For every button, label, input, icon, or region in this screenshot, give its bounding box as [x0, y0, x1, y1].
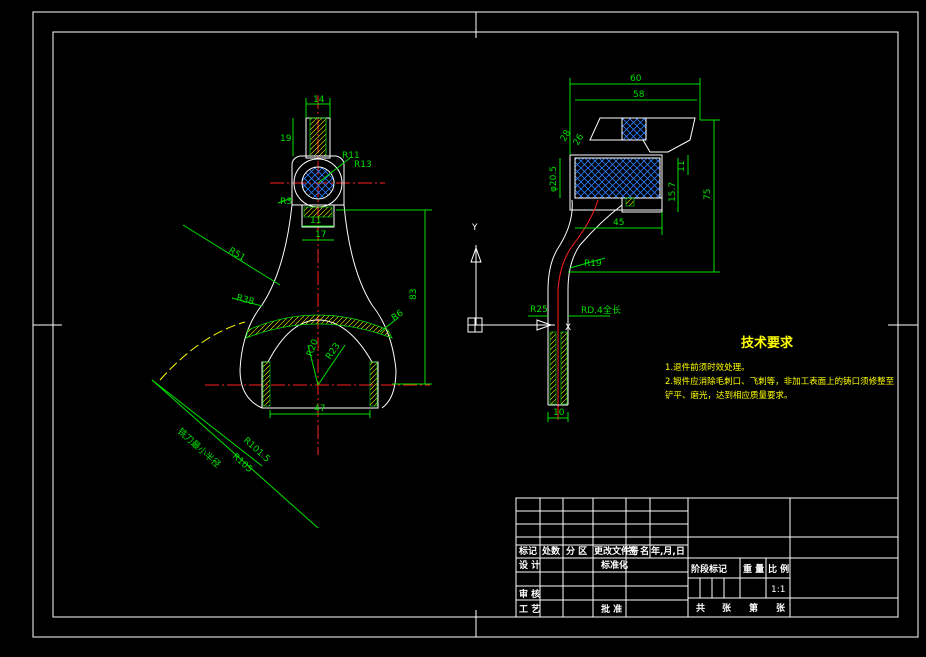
tech-req-item-3: 铲平、磨光，达到相应质量要求。 [665, 390, 793, 401]
tech-req-item-1: 1.退件前须时效处理。 [665, 362, 750, 373]
side-arm-hatch-r [560, 331, 568, 405]
tb-header-sign: 签 名 [627, 545, 649, 557]
tb-design: 设 计 [519, 559, 540, 571]
front-view: 14 19 R11 R13 R3 11 17 R51 R38 83 R6 R20… [151, 95, 432, 529]
tech-req-item-2: 2.锻件应消除毛刺口、飞刺等，非加工表面上的铸口须修整至 [665, 376, 895, 387]
dim-r105-text: R105 [230, 452, 254, 475]
tb-header-count: 处数 [541, 545, 561, 557]
dim-58-text: 58 [633, 90, 645, 100]
side-head-section [621, 117, 647, 141]
dim-19-text: 19 [280, 134, 292, 144]
tb-sheet-label: 张 [722, 602, 732, 614]
side-step-hatch [625, 197, 635, 207]
fork-left-tine-hatch [262, 361, 271, 407]
tb-stage-mark: 阶段标记 [691, 563, 727, 575]
dim-r3-text: R3 [280, 197, 292, 207]
dim-10-text: 10 [553, 408, 565, 418]
tb-scale: 比 例 [768, 563, 789, 575]
tb-process: 工 艺 [519, 603, 540, 615]
cutter-arc-yellow [159, 321, 246, 381]
tb-header-mark: 标记 [518, 545, 537, 557]
dim-r23-text: R23 [324, 341, 342, 361]
axis-y-label: Y [471, 223, 478, 233]
dim-15-7-text: 15.7 [668, 182, 678, 202]
side-arm-hatch-l [549, 331, 557, 405]
dim-26-text: 26 [572, 132, 587, 147]
dim-17-text: 17 [315, 230, 326, 240]
note-cutter-radius: 铣刀最小半径 [175, 425, 223, 470]
dim-45-text: 45 [613, 218, 624, 228]
tech-req-title: 技术要求 [741, 335, 794, 351]
tb-approve: 批 准 [601, 603, 622, 615]
side-body-section [574, 157, 661, 199]
dim-75-text: 75 [703, 189, 713, 200]
dim-r38-text: R38 [235, 293, 255, 307]
ucs-axis: Y X [467, 223, 571, 333]
dim-rd4-text: RD.4 [581, 306, 603, 316]
tb-scale-value: 1:1 [771, 585, 785, 595]
dim-phi20-5-text: φ20.5 [549, 166, 559, 192]
fork-arc-hatch [245, 314, 393, 339]
tb-standardize: 标准化 [600, 559, 628, 571]
dim-r20-text: R20 [305, 338, 321, 358]
dim-r19-text: R19 [584, 259, 602, 269]
tb-header-zone: 分 区 [566, 545, 587, 557]
dim-60-text: 60 [630, 74, 642, 84]
dim-r51-text: R51 [226, 246, 246, 264]
tb-weight: 重 量 [743, 563, 764, 575]
tb-review: 审 核 [519, 588, 540, 600]
dim-83-text: 83 [409, 289, 419, 300]
dim-11-text: 11 [310, 216, 321, 226]
dim-11-side-text: 11 [677, 161, 687, 172]
tb-sheet-no: 第 [749, 602, 758, 614]
dim-14-text: 14 [313, 95, 325, 105]
tb-header-date: 年,月,日 [651, 545, 685, 557]
top-stem-hatch [309, 117, 327, 157]
tb-sheet-label2: 张 [776, 602, 786, 614]
fork-inner-outline [261, 319, 379, 409]
dim-r25-text: R25 [530, 305, 548, 315]
title-block: 标记 处数 分 区 更改文件号 签 名 年,月,日 设 计 标准化 审 核 工 … [515, 497, 899, 618]
dim-full-text: 全长 [603, 304, 621, 316]
dim-28-text: 28 [559, 128, 574, 143]
dim-r6-text: R6 [390, 308, 406, 323]
fork-right-tine-hatch [369, 361, 378, 407]
dim-r13-text: R13 [354, 160, 372, 170]
tb-sheet-total: 共 [696, 602, 705, 614]
side-arm-right [567, 204, 623, 405]
tech-requirements: 技术要求 1.退件前须时效处理。 2.锻件应消除毛刺口、飞刺等，非加工表面上的铸… [665, 335, 895, 401]
dim-47-text: 47 [314, 404, 325, 414]
drawing-canvas: 14 19 R11 R13 R3 11 17 R51 R38 83 R6 R20… [32, 11, 919, 638]
